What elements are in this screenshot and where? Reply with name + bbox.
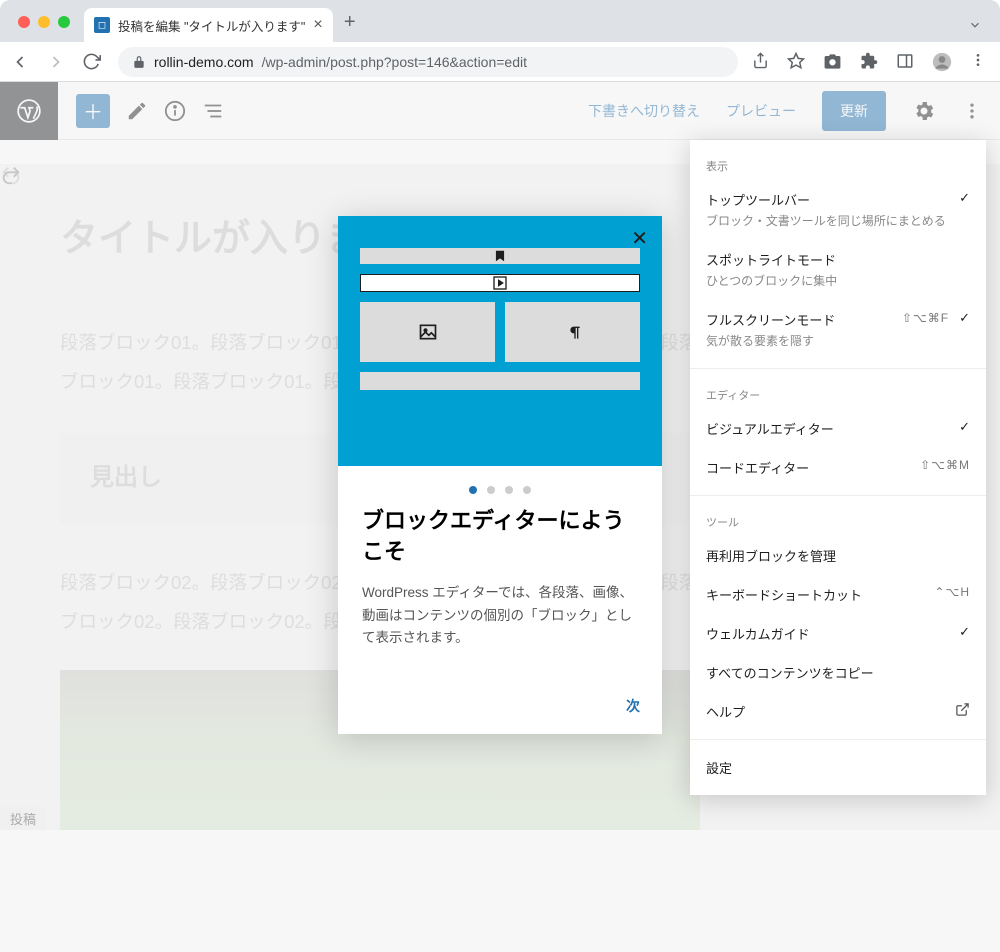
add-block-button[interactable]: ＋: [76, 94, 110, 128]
menu-settings[interactable]: 設定: [690, 748, 986, 787]
section-editor: エディター: [690, 377, 986, 409]
status-bar: 投稿: [0, 807, 46, 830]
browser-tab[interactable]: ◻ 投稿を編集 "タイトルが入ります" ×: [84, 8, 333, 42]
new-tab-button[interactable]: +: [333, 11, 367, 42]
modal-title: ブロックエディターにようこそ: [362, 506, 638, 568]
menu-fullscreen[interactable]: フルスクリーンモード 気が散る要素を隠す ⇧⌥⌘F: [690, 300, 986, 360]
tab-close-icon[interactable]: ×: [313, 16, 322, 34]
wordpress-logo-icon[interactable]: [0, 82, 58, 140]
external-link-icon: [947, 702, 970, 717]
shortcut-label: ⌃⌥H: [934, 585, 970, 599]
url-path: /wp-admin/post.php?post=146&action=edit: [262, 54, 527, 70]
panel-icon[interactable]: [896, 52, 914, 72]
info-icon[interactable]: [164, 100, 186, 122]
check-icon: [959, 419, 970, 435]
kebab-menu-icon[interactable]: [970, 52, 986, 72]
maximize-window-icon[interactable]: [58, 16, 70, 28]
menu-top-toolbar[interactable]: トップツールバー ブロック・文書ツールを同じ場所にまとめる: [690, 180, 986, 240]
modal-illustration: ✕: [338, 216, 662, 466]
reload-button[interactable]: [82, 52, 104, 71]
minimize-window-icon[interactable]: [38, 16, 50, 28]
menu-visual-editor[interactable]: ビジュアルエディター: [690, 409, 986, 448]
menu-code-editor[interactable]: コードエディター ⇧⌥⌘M: [690, 448, 986, 487]
favicon-icon: ◻: [94, 17, 110, 33]
window-controls: [0, 16, 84, 42]
options-dropdown: 表示 トップツールバー ブロック・文書ツールを同じ場所にまとめる スポットライト…: [690, 140, 986, 795]
chevron-down-icon[interactable]: [968, 18, 1000, 42]
dot-4[interactable]: [523, 486, 531, 494]
menu-top-toolbar-label: トップツールバー: [706, 190, 951, 209]
outline-icon[interactable]: [202, 100, 224, 122]
menu-reusable-blocks[interactable]: 再利用ブロックを管理: [690, 536, 986, 575]
tab-strip: ◻ 投稿を編集 "タイトルが入ります" × +: [0, 0, 1000, 42]
extensions-icon[interactable]: [860, 52, 878, 72]
update-button[interactable]: 更新: [822, 91, 886, 131]
nav-back-button[interactable]: [10, 52, 32, 72]
welcome-guide-modal: ✕ ブロックエディターにようこそ WordPres: [338, 216, 662, 734]
editor-toolbar: ＋ 下書きへ切り替え プレビュー 更新: [0, 82, 1000, 140]
dot-1[interactable]: [469, 486, 477, 494]
shortcut-label: ⇧⌥⌘M: [920, 458, 970, 472]
pagination-dots: [338, 466, 662, 498]
menu-welcome-guide[interactable]: ウェルカムガイド: [690, 614, 986, 653]
dot-3[interactable]: [505, 486, 513, 494]
browser-chrome: ◻ 投稿を編集 "タイトルが入ります" × + rollin-demo.com/…: [0, 0, 1000, 82]
mock-block-stub: [360, 372, 640, 390]
next-button[interactable]: 次: [626, 698, 640, 714]
menu-top-toolbar-sub: ブロック・文書ツールを同じ場所にまとめる: [706, 212, 951, 230]
menu-keyboard-shortcuts[interactable]: キーボードショートカット ⌃⌥H: [690, 575, 986, 614]
star-icon[interactable]: [787, 52, 805, 72]
close-window-icon[interactable]: [18, 16, 30, 28]
check-icon: [959, 190, 970, 206]
menu-spotlight-sub: ひとつのブロックに集中: [706, 272, 970, 290]
preview-button[interactable]: プレビュー: [726, 101, 796, 121]
mock-image-icon: [360, 302, 495, 362]
lock-icon: [132, 55, 146, 69]
switch-to-draft-button[interactable]: 下書きへ切り替え: [588, 101, 700, 121]
profile-icon[interactable]: [932, 52, 952, 72]
nav-forward-button[interactable]: [46, 52, 68, 72]
menu-fullscreen-label: フルスクリーンモード: [706, 310, 894, 329]
check-icon: [959, 310, 970, 326]
section-tools: ツール: [690, 504, 986, 536]
menu-help[interactable]: ヘルプ: [690, 692, 986, 731]
mock-paragraph-icon: [505, 302, 640, 362]
mock-video-icon: [360, 274, 640, 292]
settings-gear-icon[interactable]: [912, 99, 936, 123]
more-menu-icon[interactable]: [962, 101, 982, 121]
menu-spotlight[interactable]: スポットライトモード ひとつのブロックに集中: [690, 240, 986, 300]
check-icon: [959, 624, 970, 640]
edit-icon[interactable]: [126, 100, 148, 122]
address-bar: rollin-demo.com/wp-admin/post.php?post=1…: [0, 42, 1000, 82]
menu-copy-all[interactable]: すべてのコンテンツをコピー: [690, 653, 986, 692]
dot-2[interactable]: [487, 486, 495, 494]
shortcut-label: ⇧⌥⌘F: [902, 311, 949, 325]
mock-block-icon: [360, 248, 640, 264]
camera-icon[interactable]: [823, 52, 842, 72]
menu-fullscreen-sub: 気が散る要素を隠す: [706, 332, 894, 350]
section-display: 表示: [690, 148, 986, 180]
modal-text: WordPress エディターでは、各段落、画像、動画はコンテンツの個別の「ブロ…: [362, 582, 638, 651]
url-input[interactable]: rollin-demo.com/wp-admin/post.php?post=1…: [118, 47, 738, 77]
share-icon[interactable]: [752, 52, 769, 72]
toolbar-icons: [752, 52, 990, 72]
tab-title: 投稿を編集 "タイトルが入ります": [118, 16, 305, 35]
menu-spotlight-label: スポットライトモード: [706, 250, 970, 269]
url-host: rollin-demo.com: [154, 54, 254, 70]
